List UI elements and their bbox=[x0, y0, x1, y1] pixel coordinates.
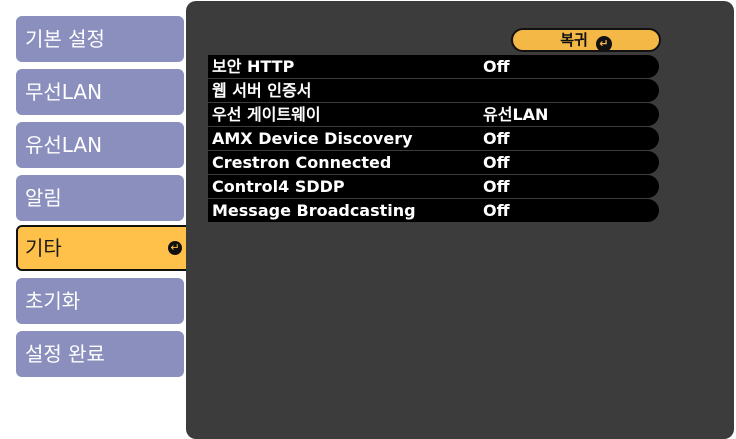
enter-icon: ↵ bbox=[168, 241, 182, 255]
settings-panel: 복귀 ↵ 보안 HTTP Off 웹 서버 인증서 우선 게이트웨이 유선LAN … bbox=[186, 1, 734, 439]
setting-value: Off bbox=[483, 57, 510, 76]
sidebar-item-label: 알림 bbox=[25, 186, 62, 210]
sidebar-menu: 기본 설정 무선LAN 유선LAN 알림 기타 ↵ 초기화 설정 완료 bbox=[0, 0, 200, 439]
setting-row-priority-gateway[interactable]: 우선 게이트웨이 유선LAN bbox=[208, 103, 659, 126]
setting-row-web-server-certificate[interactable]: 웹 서버 인증서 bbox=[208, 79, 659, 102]
setting-label: 보안 HTTP bbox=[212, 57, 295, 76]
setting-value: Off bbox=[483, 177, 510, 196]
setting-label: 웹 서버 인증서 bbox=[212, 81, 312, 100]
setting-label: 우선 게이트웨이 bbox=[212, 105, 321, 124]
sidebar-item-others[interactable]: 기타 ↵ bbox=[16, 225, 192, 271]
setting-label: Crestron Connected bbox=[212, 153, 392, 172]
setting-row-control4-sddp[interactable]: Control4 SDDP Off bbox=[208, 175, 659, 198]
sidebar-item-label: 설정 완료 bbox=[25, 342, 105, 366]
setting-value: Off bbox=[483, 129, 510, 148]
setting-row-amx-device-discovery[interactable]: AMX Device Discovery Off bbox=[208, 127, 659, 150]
setting-label: AMX Device Discovery bbox=[212, 129, 413, 148]
sidebar-item-basic-settings[interactable]: 기본 설정 bbox=[16, 16, 184, 62]
setting-value: Off bbox=[483, 153, 510, 172]
setting-row-message-broadcasting[interactable]: Message Broadcasting Off bbox=[208, 199, 659, 222]
sidebar-item-wired-lan[interactable]: 유선LAN bbox=[16, 122, 184, 168]
sidebar-item-label: 초기화 bbox=[25, 289, 81, 313]
setting-value: 유선LAN bbox=[483, 105, 549, 124]
setting-row-secure-http[interactable]: 보안 HTTP Off bbox=[208, 55, 659, 78]
setting-value: Off bbox=[483, 201, 510, 220]
sidebar-item-label: 유선LAN bbox=[25, 133, 103, 157]
setting-row-crestron-connected[interactable]: Crestron Connected Off bbox=[208, 151, 659, 174]
sidebar-item-notification[interactable]: 알림 bbox=[16, 175, 184, 221]
sidebar-item-label: 기타 bbox=[25, 236, 62, 260]
return-icon: ↵ bbox=[595, 36, 612, 52]
return-button[interactable]: 복귀 ↵ bbox=[511, 28, 661, 52]
sidebar-item-setup-complete[interactable]: 설정 완료 bbox=[16, 331, 184, 377]
sidebar-item-reset[interactable]: 초기화 bbox=[16, 278, 184, 324]
return-button-label: 복귀 bbox=[560, 31, 588, 49]
sidebar-item-label: 무선LAN bbox=[25, 80, 103, 104]
sidebar-item-label: 기본 설정 bbox=[25, 27, 105, 51]
setting-label: Message Broadcasting bbox=[212, 201, 416, 220]
sidebar-item-wireless-lan[interactable]: 무선LAN bbox=[16, 69, 184, 115]
setting-label: Control4 SDDP bbox=[212, 177, 345, 196]
